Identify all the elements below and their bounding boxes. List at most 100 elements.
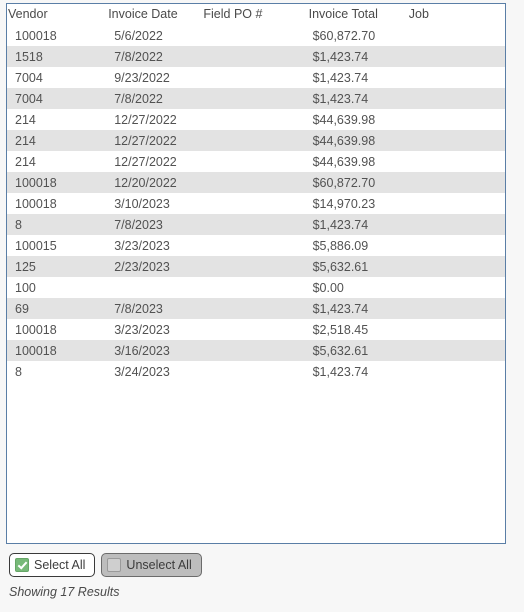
cell-field-po <box>203 151 309 172</box>
invoice-grid-panel[interactable]: Vendor Invoice Date Field PO # Invoice T… <box>6 3 506 544</box>
cell-invoice-total: $2,518.45 <box>308 319 409 340</box>
table-row[interactable]: 8 3/24/2023 $1,423.74 <box>7 361 505 382</box>
table-row[interactable]: 214 12/27/2022 $44,639.98 <box>7 109 505 130</box>
cell-job <box>408 151 505 172</box>
cell-field-po <box>203 256 309 277</box>
cell-invoice-date <box>108 277 204 298</box>
cell-invoice-total: $0.00 <box>308 277 409 298</box>
table-row[interactable]: 69 7/8/2023 $1,423.74 <box>7 298 505 319</box>
results-count-status: Showing 17 Results <box>9 585 120 599</box>
cell-field-po <box>203 361 309 382</box>
table-row[interactable]: 214 12/27/2022 $44,639.98 <box>7 130 505 151</box>
table-body: 100018 5/6/2022 $60,872.70 1518 7/8/2022 $1,4… <box>7 25 505 382</box>
cell-vendor: 69 <box>7 298 109 319</box>
cell-job <box>408 88 505 109</box>
cell-field-po <box>203 88 309 109</box>
table-row[interactable]: 125 2/23/2023 $5,632.61 <box>7 256 505 277</box>
column-header-vendor[interactable]: Vendor <box>7 4 109 25</box>
column-header-invoice-total[interactable]: Invoice Total <box>308 4 409 25</box>
cell-job <box>408 298 505 319</box>
cell-field-po <box>203 130 309 151</box>
cell-invoice-date: 7/8/2022 <box>108 88 204 109</box>
cell-invoice-date: 12/27/2022 <box>108 109 204 130</box>
cell-vendor: 125 <box>7 256 109 277</box>
cell-invoice-total: $5,886.09 <box>308 235 409 256</box>
cell-field-po <box>203 298 309 319</box>
table-row[interactable]: 1518 7/8/2022 $1,423.74 <box>7 46 505 67</box>
cell-invoice-date: 12/27/2022 <box>108 151 204 172</box>
cell-invoice-total: $1,423.74 <box>308 361 409 382</box>
unselect-all-button[interactable]: Unselect All <box>101 553 202 577</box>
cell-job <box>408 319 505 340</box>
cell-invoice-date: 9/23/2022 <box>108 67 204 88</box>
cell-vendor: 8 <box>7 361 109 382</box>
table-row[interactable]: 100 $0.00 <box>7 277 505 298</box>
cell-field-po <box>203 172 309 193</box>
cell-vendor: 100018 <box>7 340 109 361</box>
cell-vendor: 100015 <box>7 235 109 256</box>
checkbox-checked-icon <box>15 558 29 572</box>
cell-field-po <box>203 277 309 298</box>
cell-invoice-total: $44,639.98 <box>308 109 409 130</box>
cell-field-po <box>203 25 309 46</box>
column-header-invoice-date[interactable]: Invoice Date <box>108 4 204 25</box>
cell-field-po <box>203 235 309 256</box>
cell-job <box>408 109 505 130</box>
cell-vendor: 7004 <box>7 67 109 88</box>
cell-invoice-total: $44,639.98 <box>308 130 409 151</box>
cell-job <box>408 235 505 256</box>
table-row[interactable]: 100018 5/6/2022 $60,872.70 <box>7 25 505 46</box>
table-row[interactable]: 100018 3/23/2023 $2,518.45 <box>7 319 505 340</box>
cell-field-po <box>203 319 309 340</box>
cell-job <box>408 46 505 67</box>
cell-invoice-date: 12/27/2022 <box>108 130 204 151</box>
cell-invoice-date: 3/10/2023 <box>108 193 204 214</box>
table-header: Vendor Invoice Date Field PO # Invoice T… <box>7 4 505 25</box>
cell-vendor: 214 <box>7 109 109 130</box>
cell-vendor: 100 <box>7 277 109 298</box>
cell-invoice-total: $60,872.70 <box>308 172 409 193</box>
cell-job <box>408 172 505 193</box>
selection-toolbar: Select All Unselect All <box>9 553 202 577</box>
cell-field-po <box>203 214 309 235</box>
cell-vendor: 1518 <box>7 46 109 67</box>
cell-field-po <box>203 193 309 214</box>
cell-invoice-date: 3/24/2023 <box>108 361 204 382</box>
table-row[interactable]: 8 7/8/2023 $1,423.74 <box>7 214 505 235</box>
cell-job <box>408 67 505 88</box>
table-row[interactable]: 100018 3/16/2023 $5,632.61 <box>7 340 505 361</box>
cell-vendor: 214 <box>7 130 109 151</box>
cell-invoice-date: 7/8/2022 <box>108 46 204 67</box>
column-header-job[interactable]: Job <box>408 4 505 25</box>
cell-field-po <box>203 340 309 361</box>
cell-job <box>408 361 505 382</box>
cell-invoice-total: $1,423.74 <box>308 214 409 235</box>
table-row[interactable]: 100015 3/23/2023 $5,886.09 <box>7 235 505 256</box>
select-all-button[interactable]: Select All <box>9 553 96 577</box>
cell-job <box>408 25 505 46</box>
cell-invoice-total: $44,639.98 <box>308 151 409 172</box>
cell-invoice-date: 2/23/2023 <box>108 256 204 277</box>
cell-job <box>408 130 505 151</box>
table-row[interactable]: 7004 7/8/2022 $1,423.74 <box>7 88 505 109</box>
cell-invoice-total: $5,632.61 <box>308 256 409 277</box>
invoice-table: Vendor Invoice Date Field PO # Invoice T… <box>7 4 505 382</box>
cell-field-po <box>203 46 309 67</box>
cell-invoice-total: $1,423.74 <box>308 298 409 319</box>
cell-vendor: 100018 <box>7 193 109 214</box>
cell-job <box>408 256 505 277</box>
cell-field-po <box>203 109 309 130</box>
table-row[interactable]: 7004 9/23/2022 $1,423.74 <box>7 67 505 88</box>
cell-vendor: 100018 <box>7 172 109 193</box>
cell-field-po <box>203 67 309 88</box>
table-row[interactable]: 214 12/27/2022 $44,639.98 <box>7 151 505 172</box>
cell-job <box>408 277 505 298</box>
header-row: Vendor Invoice Date Field PO # Invoice T… <box>7 4 505 25</box>
cell-vendor: 7004 <box>7 88 109 109</box>
table-row[interactable]: 100018 12/20/2022 $60,872.70 <box>7 172 505 193</box>
cell-invoice-total: $1,423.74 <box>308 67 409 88</box>
select-all-label: Select All <box>34 558 86 572</box>
column-header-field-po[interactable]: Field PO # <box>203 4 309 25</box>
cell-vendor: 100018 <box>7 319 109 340</box>
table-row[interactable]: 100018 3/10/2023 $14,970.23 <box>7 193 505 214</box>
